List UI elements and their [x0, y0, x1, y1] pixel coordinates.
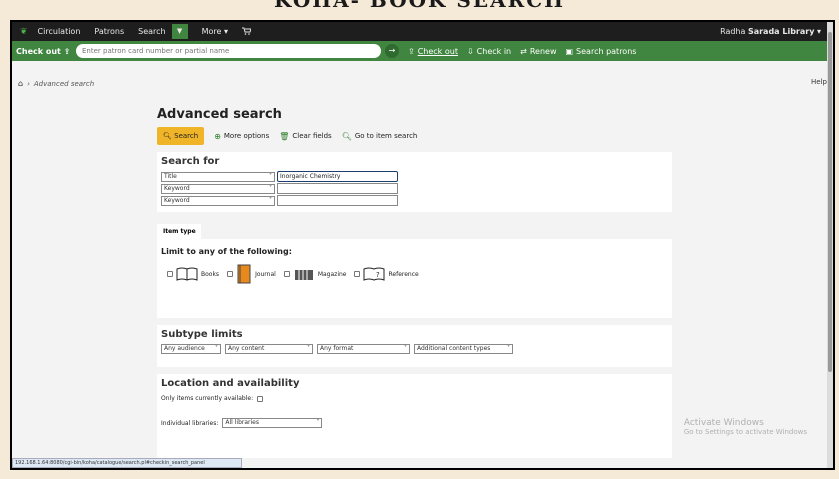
koha-logo-icon[interactable]: ❦ [20, 27, 28, 37]
location-heading: Location and availability [161, 378, 300, 389]
item-type-books[interactable]: Books [167, 267, 219, 281]
id-card-icon: ▣ [565, 46, 574, 56]
search-button[interactable]: 🔍︎ Search [157, 127, 205, 145]
checkbox[interactable] [167, 271, 173, 277]
top-navigation: ❦ Circulation Patrons Search ▼ More ▾ Ra… [12, 22, 833, 41]
renew-link[interactable]: ⇄ Renew [520, 47, 556, 56]
search-patrons-link[interactable]: ▣ Search patrons [565, 47, 636, 56]
user-upload-icon: ⇪ [63, 46, 71, 56]
item-search-link[interactable]: 🔍︎ Go to item search [342, 132, 418, 141]
journal-icon [237, 264, 251, 284]
available-checkbox[interactable] [257, 395, 264, 402]
svg-text:?: ? [376, 271, 380, 279]
status-bar-url: 192.168.1.64:8080/cgi-bin/koha/catalogue… [12, 458, 242, 468]
scrollbar-thumb[interactable] [828, 32, 832, 372]
checkbox[interactable] [354, 271, 361, 277]
subtype-panel: Subtype limits Any audience ˅ Any content… [157, 325, 672, 367]
search-for-heading: Search for [161, 156, 220, 167]
chevron-down-icon: ˅ [404, 345, 407, 352]
clear-fields-button[interactable]: 🗑︎ Clear fields [279, 132, 331, 141]
chevron-down-icon: ˅ [269, 196, 272, 204]
nav-circulation[interactable]: Circulation [38, 27, 81, 36]
checkout-link[interactable]: ⇪ Check out [408, 47, 458, 56]
scrollbar[interactable] [827, 22, 833, 468]
search-term-input[interactable] [277, 183, 398, 194]
chevron-down-icon: ˅ [269, 172, 272, 180]
format-select[interactable]: Any format ˅ [317, 344, 410, 354]
checkout-label: Check out ⇪ [16, 46, 71, 56]
nav-more[interactable]: More ▾ [202, 27, 228, 36]
checkbox[interactable] [283, 271, 290, 277]
activate-windows-watermark: Activate Windows Go to Settings to activ… [683, 418, 807, 436]
item-type-panel: Limit to any of the following: Books Jou… [157, 239, 672, 318]
page-banner: KOHA- BOOK SEARCH [273, 0, 566, 12]
checkin-link[interactable]: ⇩ Check in [467, 47, 511, 56]
item-type-options: Books Journal Magazine ? Reference [167, 264, 672, 284]
retweet-icon: ⇄ [520, 46, 527, 56]
trash-icon: 🗑︎ [279, 131, 290, 141]
browser-viewport: ❦ Circulation Patrons Search ▼ More ▾ Ra… [12, 22, 833, 468]
checkbox[interactable] [227, 271, 234, 277]
audience-select[interactable]: Any audience ˅ [161, 344, 221, 354]
chevron-down-icon: ˅ [269, 184, 272, 192]
subtype-heading: Subtype limits [161, 329, 243, 340]
nav-patrons[interactable]: Patrons [94, 27, 124, 36]
search-icon: 🔍︎ [341, 131, 352, 141]
search-dropdown-toggle[interactable]: ▼ [171, 24, 188, 39]
search-row: Keyword ˅ [161, 183, 672, 194]
content-type-select[interactable]: Additional content types ˅ [414, 344, 513, 354]
download-icon: ⇩ [466, 46, 474, 56]
search-icon: 🔍︎ [163, 132, 172, 140]
chevron-down-icon: ˅ [215, 345, 218, 352]
item-type-reference[interactable]: ? Reference [354, 267, 419, 281]
item-type-magazine[interactable]: Magazine [283, 267, 346, 281]
chevron-down-icon: ˅ [316, 419, 320, 426]
arrow-right-icon: → [388, 46, 396, 55]
chevron-down-icon: ˅ [507, 345, 510, 352]
upload-icon: ⇪ [408, 46, 415, 56]
breadcrumb: ⌂ › Advanced search [18, 79, 94, 88]
search-toolbar: 🔍︎ Search ⊕ More options 🗑︎ Clear fields 🔍… [157, 127, 417, 145]
nav-search[interactable]: Search [138, 27, 165, 36]
limit-heading: Limit to any of the following: [161, 247, 292, 256]
screenshot-frame: ❦ Circulation Patrons Search ▼ More ▾ Ra… [10, 20, 835, 470]
search-plus-icon: ⊕ [214, 131, 221, 141]
checkout-bar: Check out ⇪ → ⇪Check out ⇩Check in ⇄Rene… [12, 41, 833, 61]
magazine-icon [294, 270, 313, 280]
home-icon[interactable]: ⌂ [18, 79, 23, 88]
cart-icon[interactable] [242, 27, 252, 37]
help-link[interactable]: Help [811, 78, 827, 86]
page-title: Advanced search [157, 107, 282, 122]
chevron-down-icon: ▾ [816, 27, 821, 36]
search-row: Keyword ˅ [161, 195, 672, 206]
content-select[interactable]: Any content ˅ [225, 344, 313, 354]
reference-book-icon: ? [363, 267, 385, 281]
more-options-button[interactable]: ⊕ More options [214, 132, 269, 141]
chevron-down-icon: ˅ [307, 345, 310, 352]
breadcrumb-current: Advanced search [33, 79, 95, 88]
tab-item-type[interactable]: Item type [157, 224, 201, 239]
libraries-row: Individual libraries: All libraries ˅ [161, 418, 672, 428]
search-index-select[interactable]: Keyword ˅ [161, 195, 275, 206]
location-panel: Location and availability Only items cur… [157, 374, 672, 458]
search-index-select[interactable]: Title ˅ [161, 171, 275, 182]
item-type-journal[interactable]: Journal [227, 264, 276, 284]
breadcrumb-separator-icon: › [27, 79, 30, 88]
logged-in-user[interactable]: Radha Sarada Library ▾ [720, 27, 821, 36]
patron-search-input[interactable] [76, 44, 381, 58]
submit-arrow-button[interactable]: → [385, 44, 399, 58]
search-index-select[interactable]: Keyword ˅ [161, 183, 275, 194]
chevron-down-icon: ▼ [176, 27, 183, 35]
available-row: Only items currently available: [161, 395, 672, 402]
book-open-icon [176, 267, 198, 281]
search-term-input[interactable] [277, 195, 398, 206]
subtype-selects: Any audience ˅ Any content ˅ Any format ˅ A… [161, 344, 672, 354]
chevron-down-icon: ▾ [224, 27, 229, 36]
search-term-input[interactable]: Inorganic Chemistry [277, 171, 398, 182]
search-for-panel: Search for Title ˅ Inorganic Chemistry Ke… [157, 152, 672, 212]
search-row: Title ˅ Inorganic Chemistry [161, 171, 672, 182]
library-select[interactable]: All libraries ˅ [222, 418, 323, 428]
